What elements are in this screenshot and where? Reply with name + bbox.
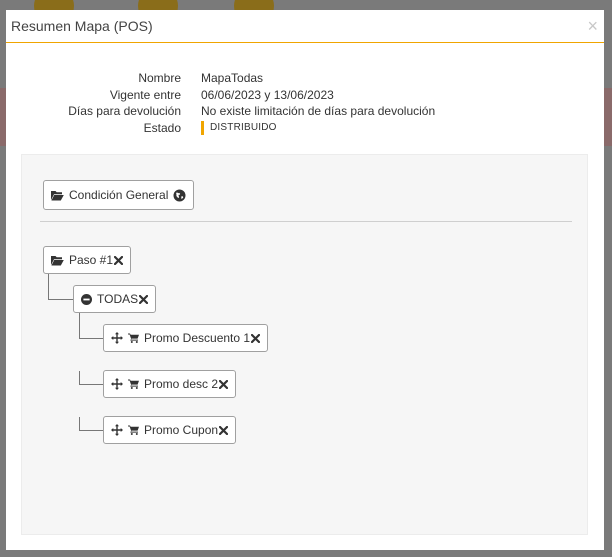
modal-title: Resumen Mapa (POS) [11,18,153,34]
promo-node[interactable]: Promo desc 2 [103,370,237,398]
promo-label: Promo desc 2 [144,377,219,391]
promo-node[interactable]: Promo Cupon [103,416,237,444]
info-row-return-days: Días para devolución No existe limitació… [6,103,604,120]
remove-icon[interactable] [219,425,229,435]
status-badge: DISTRIBUIDO [201,120,277,137]
general-condition-node[interactable]: Condición General [43,180,195,210]
info-label: Vigente entre [109,87,181,102]
folder-open-icon [51,255,64,266]
group-node[interactable]: TODAS [73,285,157,313]
move-icon[interactable] [111,332,123,344]
tree-connector [79,417,80,430]
tree-connector [79,371,80,384]
move-icon[interactable] [111,424,123,436]
minus-circle-icon [81,293,92,305]
move-icon[interactable] [111,378,123,390]
info-label: Estado [143,120,181,135]
promo-label: Promo Descuento 1 [144,331,251,345]
step-label: Paso #1 [69,253,114,267]
cart-icon [128,379,139,389]
status-indicator [201,120,204,135]
cart-icon [128,333,139,343]
remove-icon[interactable] [219,379,229,389]
info-value: MapaTodas [201,71,264,85]
info-value: 06/06/2023 y 13/06/2023 [201,87,334,102]
info-row-validity: Vigente entre 06/06/2023 y 13/06/2023 [6,87,604,104]
folder-open-icon [51,190,64,201]
globe-icon[interactable] [173,189,186,202]
info-row-name: Nombre MapaTodas [6,70,604,87]
modal-header: Resumen Mapa (POS) × [6,10,604,43]
close-button[interactable]: × [587,17,598,35]
tree-connector [48,273,49,299]
status-text: DISTRIBUIDO [210,121,277,133]
info-label: Días para devolución [68,104,181,118]
map-info: Nombre MapaTodas Vigente entre 06/06/202… [6,70,604,136]
separator [40,221,572,222]
group-label: TODAS [97,292,139,306]
remove-icon[interactable] [139,294,149,304]
info-label: Nombre [138,71,181,85]
tree-connector [79,312,80,338]
step-node[interactable]: Paso #1 [43,246,132,274]
info-value: No existe limitación de días para devolu… [201,104,436,118]
remove-icon[interactable] [251,333,261,343]
promo-node[interactable]: Promo Descuento 1 [103,324,269,352]
info-row-status: Estado DISTRIBUIDO [6,120,604,137]
promo-label: Promo Cupon [144,423,219,437]
summary-modal: Resumen Mapa (POS) × Nombre MapaTodas Vi… [6,10,604,550]
general-condition-label: Condición General [69,188,169,202]
map-canvas: Condición General Paso #1 TODAS Promo De… [21,154,588,535]
remove-icon[interactable] [114,255,124,265]
cart-icon [128,425,139,435]
